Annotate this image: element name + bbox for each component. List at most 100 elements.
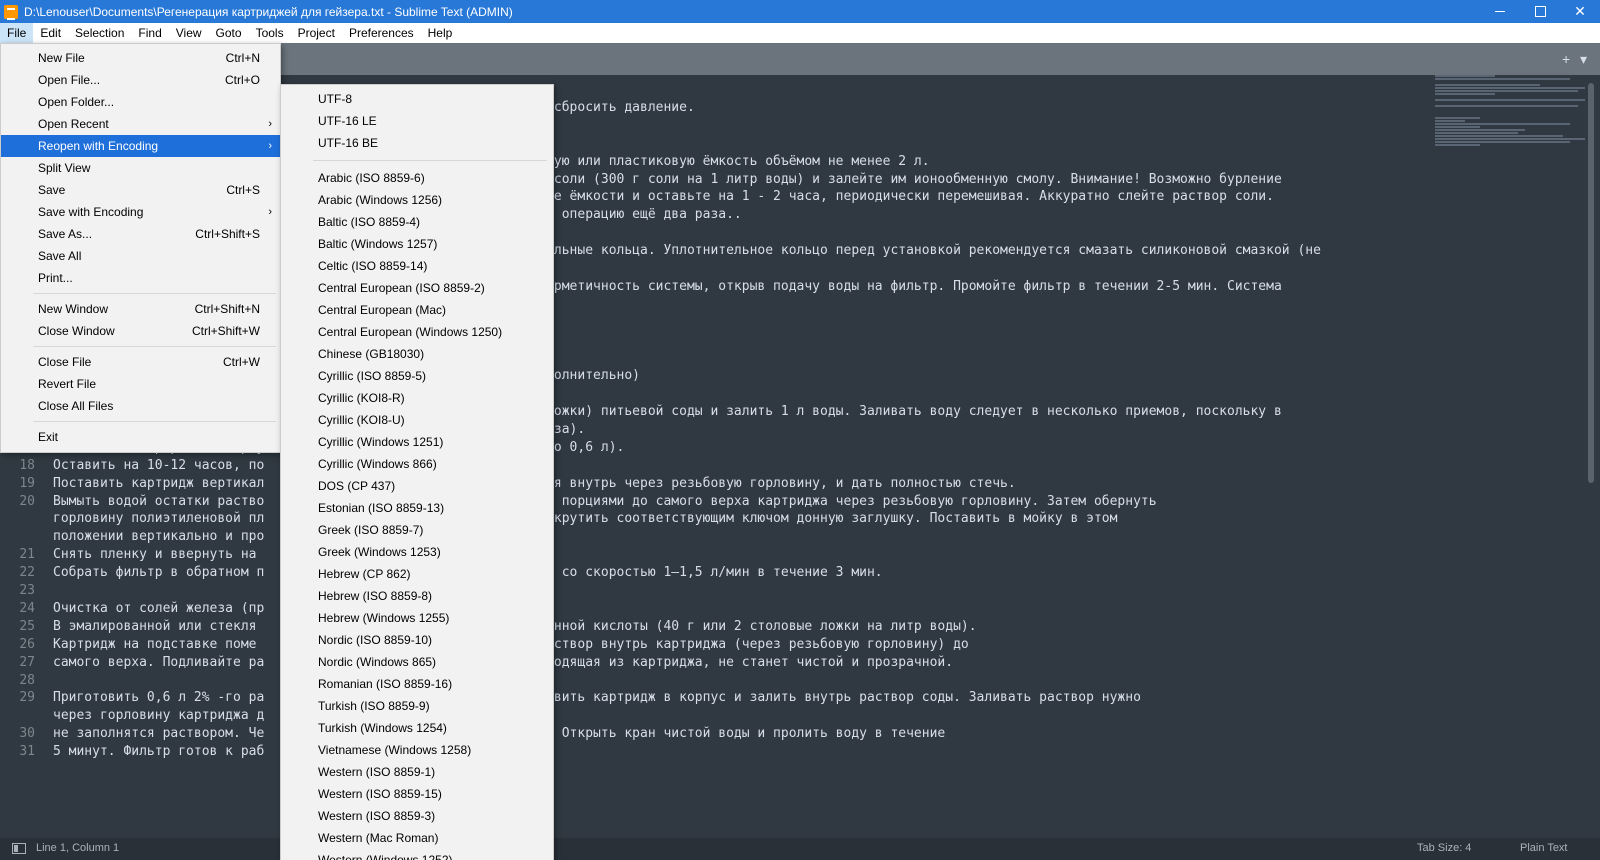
- encoding-baltic-windows-1257[interactable]: Baltic (Windows 1257): [281, 233, 553, 255]
- sidebar-toggle-icon[interactable]: [12, 843, 26, 854]
- encoding-utf-16-le[interactable]: UTF-16 LE: [281, 110, 553, 132]
- code-line[interactable]: положении вертикально и про о выше.: [0, 528, 1321, 546]
- code-line[interactable]: 21 Снять пленку и ввернуть на: [0, 546, 1321, 564]
- encoding-celtic-iso-8859-14[interactable]: Celtic (ISO 8859-14): [281, 255, 553, 277]
- encoding-nordic-windows-865[interactable]: Nordic (Windows 865): [281, 651, 553, 673]
- code-line[interactable]: 27самого верха. Подливайте ра ех пор, по…: [0, 654, 1321, 672]
- close-window-button[interactable]: [1560, 0, 1600, 23]
- encoding-hebrew-cp-862[interactable]: Hebrew (CP 862): [281, 563, 553, 585]
- menu-edit[interactable]: Edit: [33, 23, 68, 43]
- menu-file[interactable]: File: [0, 23, 34, 43]
- file-menu-print[interactable]: Print...: [1, 267, 280, 289]
- file-menu-save-as[interactable]: Save As... Ctrl+Shift+S: [1, 223, 280, 245]
- file-menu-close-file[interactable]: Close File Ctrl+W: [1, 351, 280, 373]
- menu-goto[interactable]: Goto: [209, 23, 249, 43]
- file-menu-open-folder[interactable]: Open Folder...: [1, 91, 280, 113]
- menu-item-label: New Window: [38, 302, 109, 316]
- file-menu-reopen-with-encoding[interactable]: Reopen with Encoding ›: [1, 135, 280, 157]
- maximize-button[interactable]: [1520, 0, 1560, 23]
- line-number: 25: [19, 618, 35, 634]
- encoding-cyrillic-koi8-r[interactable]: Cyrillic (KOI8-R): [281, 387, 553, 409]
- encoding-romanian-iso-8859-16[interactable]: Romanian (ISO 8859-16): [281, 673, 553, 695]
- menu-tools[interactable]: Tools: [249, 23, 291, 43]
- file-menu-new-file[interactable]: New File Ctrl+N: [1, 47, 280, 69]
- encoding-arabic-iso-8859-6[interactable]: Arabic (ISO 8859-6): [281, 167, 553, 189]
- encoding-hebrew-iso-8859-8[interactable]: Hebrew (ISO 8859-8): [281, 585, 553, 607]
- encoding-western-mac-roman[interactable]: Western (Mac Roman): [281, 827, 553, 849]
- file-menu-new-window[interactable]: New Window Ctrl+Shift+N: [1, 298, 280, 320]
- file-menu-open-recent[interactable]: Open Recent ›: [1, 113, 280, 135]
- encoding-arabic-windows-1256[interactable]: Arabic (Windows 1256): [281, 189, 553, 211]
- window-title: D:\Lenouser\Documents\Регенерация картри…: [24, 4, 513, 19]
- code-line[interactable]: горловину полиэтиленовой пл бечевкой. Пе…: [0, 510, 1321, 528]
- minimize-button[interactable]: [1480, 0, 1520, 23]
- code-line[interactable]: 22Собрать фильтр в обратном п оды и пром…: [0, 564, 1321, 582]
- encoding-cyrillic-koi8-u[interactable]: Cyrillic (KOI8-U): [281, 409, 553, 431]
- minimap[interactable]: [1435, 75, 1585, 155]
- file-menu-close-all-files[interactable]: Close All Files: [1, 395, 280, 417]
- minimap-line: [1435, 123, 1570, 125]
- encoding-western-iso-8859-15[interactable]: Western (ISO 8859-15): [281, 783, 553, 805]
- code-line[interactable]: 28: [0, 672, 1321, 690]
- menu-preferences[interactable]: Preferences: [342, 23, 421, 43]
- code-line[interactable]: 30не заполнятся раствором. Че фильтр в о…: [0, 725, 1321, 743]
- encoding-baltic-iso-8859-4[interactable]: Baltic (ISO 8859-4): [281, 211, 553, 233]
- menu-view[interactable]: View: [169, 23, 209, 43]
- encoding-nordic-iso-8859-10[interactable]: Nordic (ISO 8859-10): [281, 629, 553, 651]
- file-menu-revert-file[interactable]: Revert File: [1, 373, 280, 395]
- minimap-line: [1435, 129, 1525, 131]
- encoding-hebrew-windows-1255[interactable]: Hebrew (Windows 1255): [281, 607, 553, 629]
- encoding-utf-8[interactable]: UTF-8: [281, 88, 553, 110]
- menu-item-shortcut: Ctrl+Shift+W: [191, 324, 260, 338]
- code-line[interactable]: 25В эмалированной или стекля рячего 3% -…: [0, 618, 1321, 636]
- syntax-mode[interactable]: Plain Text: [1520, 842, 1568, 854]
- menu-help[interactable]: Help: [421, 23, 460, 43]
- encoding-vietnamese-windows-1258[interactable]: Vietnamese (Windows 1258): [281, 739, 553, 761]
- file-menu-save[interactable]: Save Ctrl+S: [1, 179, 280, 201]
- encoding-central-european-iso-8859-2[interactable]: Central European (ISO 8859-2): [281, 277, 553, 299]
- code-line[interactable]: 24 Очистка от солей железа (пр тки): [0, 600, 1321, 618]
- encoding-chinese-gb18030[interactable]: Chinese (GB18030): [281, 343, 553, 365]
- encoding-turkish-windows-1254[interactable]: Turkish (Windows 1254): [281, 717, 553, 739]
- file-menu-open-file[interactable]: Open File... Ctrl+O: [1, 69, 280, 91]
- code-line[interactable]: 18Оставить на 10-12 часов, по . отработа…: [0, 457, 1321, 475]
- code-line[interactable]: 26Картридж на подставке поме ь. Залить п…: [0, 636, 1321, 654]
- encoding-utf-16-be[interactable]: UTF-16 BE: [281, 132, 553, 154]
- encoding-western-iso-8859-1[interactable]: Western (ISO 8859-1): [281, 761, 553, 783]
- file-menu-exit[interactable]: Exit: [1, 426, 280, 448]
- code-line[interactable]: через горловину картриджа д: [0, 707, 1321, 725]
- encoding-greek-iso-8859-7[interactable]: Greek (ISO 8859-7): [281, 519, 553, 541]
- encoding-central-european-mac[interactable]: Central European (Mac): [281, 299, 553, 321]
- menu-item-label: Save All: [38, 249, 82, 263]
- encoding-western-iso-8859-3[interactable]: Western (ISO 8859-3): [281, 805, 553, 827]
- code-line[interactable]: 20 Вымыть водой остатки раство ала 3 литр…: [0, 493, 1321, 511]
- tab-size[interactable]: Tab Size: 4: [1417, 842, 1471, 854]
- cursor-position[interactable]: Line 1, Column 1: [36, 842, 119, 854]
- file-menu-save-with-encoding[interactable]: Save with Encoding ›: [1, 201, 280, 223]
- encoding-western-windows-1252[interactable]: Western (Windows 1252): [281, 849, 553, 860]
- code-line[interactable]: 19Поставить картридж вертикал оставшийся…: [0, 475, 1321, 493]
- encoding-estonian-iso-8859-13[interactable]: Estonian (ISO 8859-13): [281, 497, 553, 519]
- file-menu-split-view[interactable]: Split View: [1, 157, 280, 179]
- vertical-scrollbar[interactable]: [1588, 83, 1594, 483]
- menu-selection[interactable]: Selection: [68, 23, 131, 43]
- code-line[interactable]: 31 5 минут. Фильтр готов к раб: [0, 743, 1321, 761]
- encoding-dos-cp-437[interactable]: DOS (CP 437): [281, 475, 553, 497]
- menu-project[interactable]: Project: [291, 23, 342, 43]
- encoding-central-european-windows-1250[interactable]: Central European (Windows 1250): [281, 321, 553, 343]
- encoding-cyrillic-windows-866[interactable]: Cyrillic (Windows 866): [281, 453, 553, 475]
- encoding-greek-windows-1253[interactable]: Greek (Windows 1253): [281, 541, 553, 563]
- encoding-cyrillic-iso-8859-5[interactable]: Cyrillic (ISO 8859-5): [281, 365, 553, 387]
- tab-dropdown-icon[interactable]: ▾: [1580, 51, 1587, 68]
- encoding-turkish-iso-8859-9[interactable]: Turkish (ISO 8859-9): [281, 695, 553, 717]
- minimap-line: [1435, 117, 1480, 119]
- new-tab-plus-icon[interactable]: +: [1562, 51, 1570, 67]
- menu-find[interactable]: Find: [131, 23, 168, 43]
- minimap-line: [1435, 141, 1570, 143]
- code-line[interactable]: 29 Приготовить 0,6 л 2% -го ра жка соды н…: [0, 689, 1321, 707]
- file-menu-close-window[interactable]: Close Window Ctrl+Shift+W: [1, 320, 280, 342]
- code-line[interactable]: 23: [0, 582, 1321, 600]
- menu-bar: File Edit Selection Find View Goto Tools Projec…: [0, 23, 1600, 43]
- file-menu-save-all[interactable]: Save All: [1, 245, 280, 267]
- encoding-cyrillic-windows-1251[interactable]: Cyrillic (Windows 1251): [281, 431, 553, 453]
